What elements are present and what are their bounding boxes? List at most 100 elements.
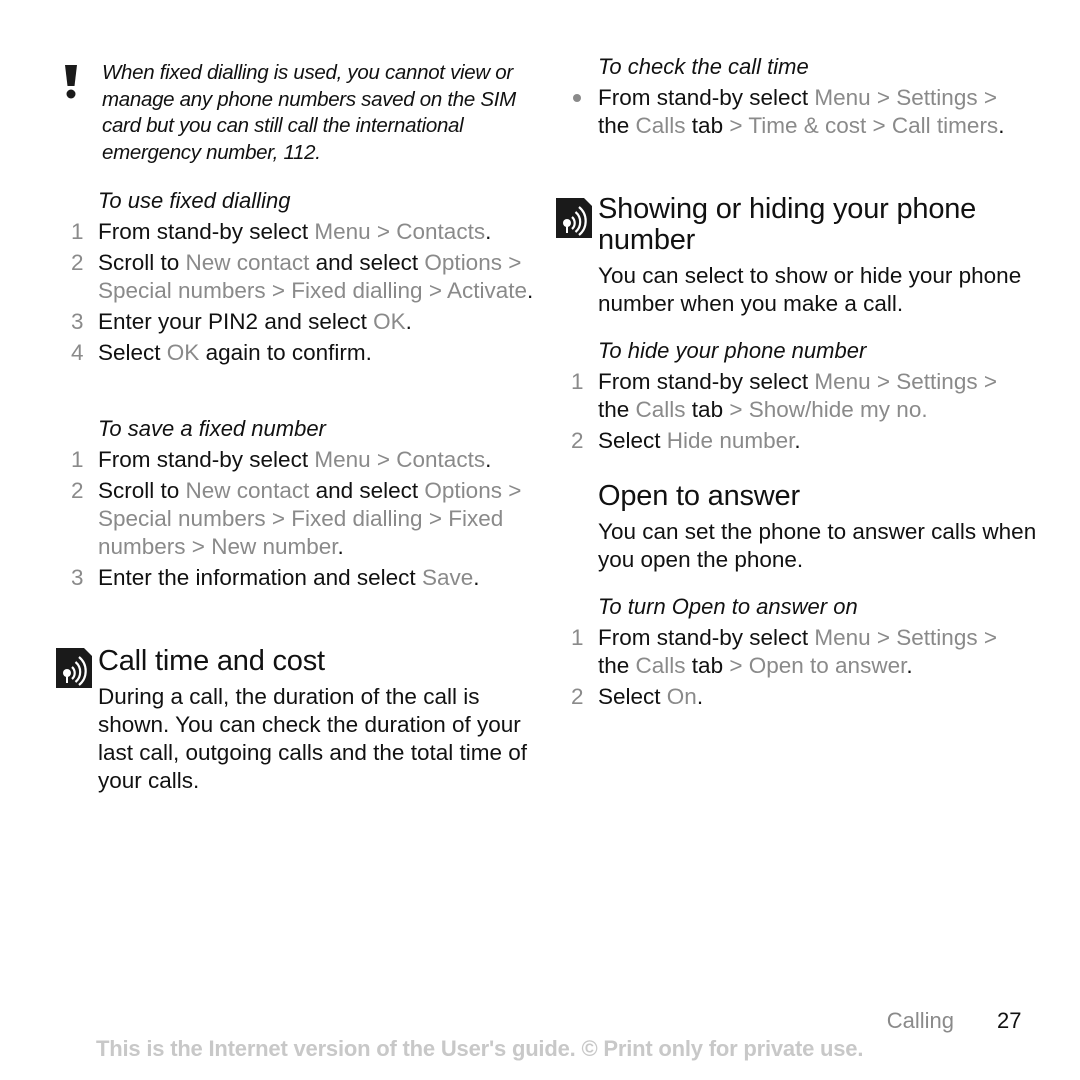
menu-path-item: Menu — [814, 625, 871, 650]
step-text: Scroll to — [98, 478, 186, 503]
open-to-answer-heading: Open to answer — [598, 480, 800, 512]
step-number: 4 — [71, 340, 84, 365]
menu-path-item: Time & cost — [748, 113, 867, 138]
step-text: Select — [598, 684, 667, 709]
menu-path-item: > — [729, 397, 749, 422]
menu-path-item: Fixed dialling — [291, 278, 423, 303]
check-call-time-title: To check the call time — [598, 54, 809, 79]
step-text: From stand-by select — [598, 625, 815, 650]
menu-path-item: > — [422, 278, 447, 303]
step-text: the — [598, 397, 636, 422]
step-item: 1 From stand-by select Menu > Contacts. — [56, 446, 536, 474]
step-text: From stand-by select — [98, 219, 315, 244]
step-number: 2 — [571, 428, 584, 453]
footer-section-name: Calling — [886, 1008, 954, 1033]
step-number: 3 — [71, 565, 84, 590]
step-text: . — [906, 653, 913, 678]
menu-path-item: > — [265, 278, 292, 303]
call-time-body: During a call, the duration of the call … — [98, 684, 527, 793]
step-number: 1 — [571, 625, 584, 650]
menu-path-item: Contacts — [396, 219, 486, 244]
step-text: Enter your PIN2 and select — [98, 309, 374, 334]
step-number: 3 — [71, 309, 84, 334]
step-text: and select — [309, 478, 425, 503]
step-item: 1 From stand-by select Menu > Settings > … — [556, 624, 1026, 680]
menu-path-item: Settings — [896, 625, 978, 650]
hide-number-steps: 1 From stand-by select Menu > Settings > … — [556, 368, 1026, 458]
menu-path-item: Special numbers — [98, 278, 266, 303]
menu-path-item: > — [977, 369, 997, 394]
step-item: 3 Enter your PIN2 and select OK. — [56, 308, 536, 336]
step-text: . — [527, 278, 534, 303]
menu-path-item: Call timers — [891, 113, 999, 138]
step-item: 2 Select On. — [556, 683, 1026, 711]
save-fixed-number-title: To save a fixed number — [98, 416, 326, 441]
open-to-answer-body: You can set the phone to answer calls wh… — [598, 519, 1037, 572]
menu-path-item: OK — [373, 309, 406, 334]
step-item: 1 From stand-by select Menu > Contacts. — [56, 218, 536, 246]
step-item: 1 From stand-by select Menu > Settings > … — [556, 368, 1026, 424]
step-text: . — [485, 447, 492, 472]
step-item: 2 Scroll to New contact and select Option… — [56, 249, 536, 305]
menu-path-item: New contact — [185, 250, 310, 275]
menu-path-item: > — [977, 85, 997, 110]
page-number: 27 — [997, 1008, 1022, 1033]
menu-path-item: Hide number — [666, 428, 795, 453]
step-item: 2 Scroll to New contact and select Option… — [56, 477, 536, 561]
use-fixed-dialling-steps: 1 From stand-by select Menu > Contacts. 2 S… — [56, 218, 536, 370]
step-text: . — [485, 219, 492, 244]
menu-path-item: Calls — [635, 653, 686, 678]
menu-path-item: Calls — [635, 113, 686, 138]
bullet-icon — [573, 94, 581, 102]
turn-on-steps: 1 From stand-by select Menu > Settings > … — [556, 624, 1026, 714]
menu-path-item: > — [870, 85, 897, 110]
step-text: and select — [309, 250, 425, 275]
step-number: 1 — [71, 219, 84, 244]
step-text: From stand-by select — [598, 85, 815, 110]
menu-path-item: > — [501, 478, 522, 503]
menu-path-item: > — [501, 250, 522, 275]
menu-path-item: Options — [424, 250, 502, 275]
network-service-icon — [56, 648, 92, 688]
menu-path-item: Menu — [814, 85, 871, 110]
menu-path-item: Show/hide my no. — [748, 397, 928, 422]
menu-path-item: Fixed dialling — [291, 506, 423, 531]
menu-path-item: Activate — [446, 278, 528, 303]
step-number: 2 — [71, 250, 84, 275]
step-text: From stand-by select — [98, 447, 315, 472]
step-item: 4 Select OK again to confirm. — [56, 339, 536, 367]
step-text: . — [473, 565, 480, 590]
step-text: tab — [685, 113, 730, 138]
menu-path-item: Settings — [896, 85, 978, 110]
step-number: 2 — [71, 478, 84, 503]
step-text: . — [794, 428, 801, 453]
menu-path-item: New number — [211, 534, 338, 559]
network-service-icon — [556, 198, 592, 238]
step-text: . — [998, 113, 1005, 138]
menu-path-item: Options — [424, 478, 502, 503]
step-text: the — [598, 653, 636, 678]
step-item: 3 Enter the information and select Save. — [56, 564, 536, 592]
step-text: Select — [98, 340, 167, 365]
hide-number-title: To hide your phone number — [598, 338, 867, 363]
step-item: 2 Select Hide number. — [556, 427, 1026, 455]
menu-path-item: Save — [421, 565, 474, 590]
step-text: . — [337, 534, 344, 559]
menu-path-item: Open to answer — [748, 653, 907, 678]
menu-path-item: > — [422, 506, 449, 531]
step-text: Scroll to — [98, 250, 186, 275]
step-number: 1 — [71, 447, 84, 472]
menu-path-item: > — [866, 113, 892, 138]
menu-path-item: Menu — [314, 447, 371, 472]
check-call-time-steps: From stand-by select Menu > Settings > t… — [556, 84, 1026, 143]
step-number: 1 — [571, 369, 584, 394]
step-item: From stand-by select Menu > Settings > t… — [556, 84, 1026, 140]
menu-path-item: Menu — [314, 219, 371, 244]
menu-path-item: > — [185, 534, 212, 559]
menu-path-item: OK — [166, 340, 200, 365]
show-hide-body: You can select to show or hide your phon… — [598, 263, 1022, 316]
menu-path-item: Calls — [635, 397, 686, 422]
menu-path-item: On — [666, 684, 697, 709]
menu-path-item: Contacts — [396, 447, 486, 472]
menu-path-item: > — [729, 113, 749, 138]
